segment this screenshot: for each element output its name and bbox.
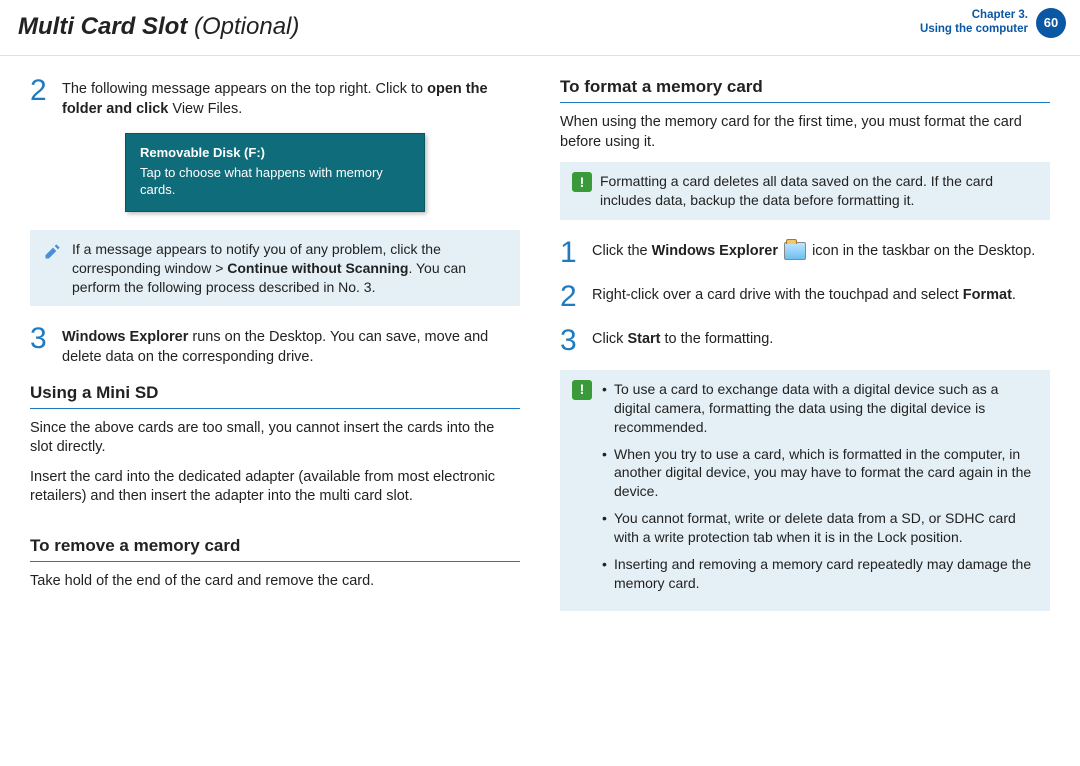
step-body: Click the Windows Explorer icon in the t…	[592, 238, 1035, 268]
heading-format-card: To format a memory card	[560, 76, 1050, 103]
step-3-right: 3 Click Start to the formatting.	[560, 326, 1050, 356]
note-body: If a message appears to notify you of an…	[72, 240, 508, 297]
list-item: You cannot format, write or delete data …	[602, 509, 1038, 547]
format-intro: When using the memory card for the first…	[560, 113, 1050, 152]
mini-sd-p1: Since the above cards are too small, you…	[30, 419, 520, 458]
tips-list: To use a card to exchange data with a di…	[600, 380, 1038, 593]
page-number-badge: 60	[1036, 8, 1066, 38]
windows-explorer-icon	[784, 242, 806, 260]
step-body: Windows Explorer runs on the Desktop. Yo…	[62, 324, 520, 367]
mini-sd-p2: Insert the card into the dedicated adapt…	[30, 468, 520, 507]
page-title: Multi Card Slot (Optional)	[18, 11, 299, 43]
right-column: To format a memory card When using the m…	[560, 76, 1050, 629]
note-format-tips: ! To use a card to exchange data with a …	[560, 370, 1050, 611]
left-column: 2 The following message appears on the t…	[30, 76, 520, 629]
note-body: To use a card to exchange data with a di…	[600, 380, 1038, 601]
title-optional: (Optional)	[187, 13, 299, 40]
warning-icon: !	[572, 380, 592, 400]
step-number: 2	[560, 282, 582, 312]
step-number: 3	[560, 326, 582, 356]
step-body: Right-click over a card drive with the t…	[592, 282, 1016, 312]
step-body: Click Start to the formatting.	[592, 326, 773, 356]
step-2-right: 2 Right-click over a card drive with the…	[560, 282, 1050, 312]
step-body: The following message appears on the top…	[62, 76, 520, 119]
removable-disk-toast: Removable Disk (F:) Tap to choose what h…	[125, 133, 425, 212]
heading-mini-sd: Using a Mini SD	[30, 382, 520, 409]
chapter-label: Chapter 3. Using the computer	[920, 9, 1028, 37]
note-body: Formatting a card deletes all data saved…	[600, 172, 1038, 210]
list-item: When you try to use a card, which is for…	[602, 445, 1038, 502]
step-number: 2	[30, 76, 52, 119]
step-3-left: 3 Windows Explorer runs on the Desktop. …	[30, 324, 520, 367]
step-2-left: 2 The following message appears on the t…	[30, 76, 520, 119]
toast-body: Tap to choose what happens with memory c…	[140, 164, 410, 199]
remove-card-p: Take hold of the end of the card and rem…	[30, 572, 520, 592]
note-format-warning: ! Formatting a card deletes all data sav…	[560, 162, 1050, 220]
step-number: 3	[30, 324, 52, 367]
title-main: Multi Card Slot	[18, 13, 187, 40]
page-header: Multi Card Slot (Optional) Chapter 3. Us…	[0, 0, 1080, 56]
pencil-note-icon	[42, 240, 64, 262]
warning-icon: !	[572, 172, 592, 192]
note-scan-warning: If a message appears to notify you of an…	[30, 230, 520, 307]
step-1-right: 1 Click the Windows Explorer icon in the…	[560, 238, 1050, 268]
step-number: 1	[560, 238, 582, 268]
list-item: To use a card to exchange data with a di…	[602, 380, 1038, 437]
list-item: Inserting and removing a memory card rep…	[602, 555, 1038, 593]
heading-remove-card: To remove a memory card	[30, 535, 520, 562]
content-area: 2 The following message appears on the t…	[0, 56, 1080, 639]
toast-title: Removable Disk (F:)	[140, 144, 410, 162]
header-right: Chapter 3. Using the computer 60	[920, 8, 1066, 38]
